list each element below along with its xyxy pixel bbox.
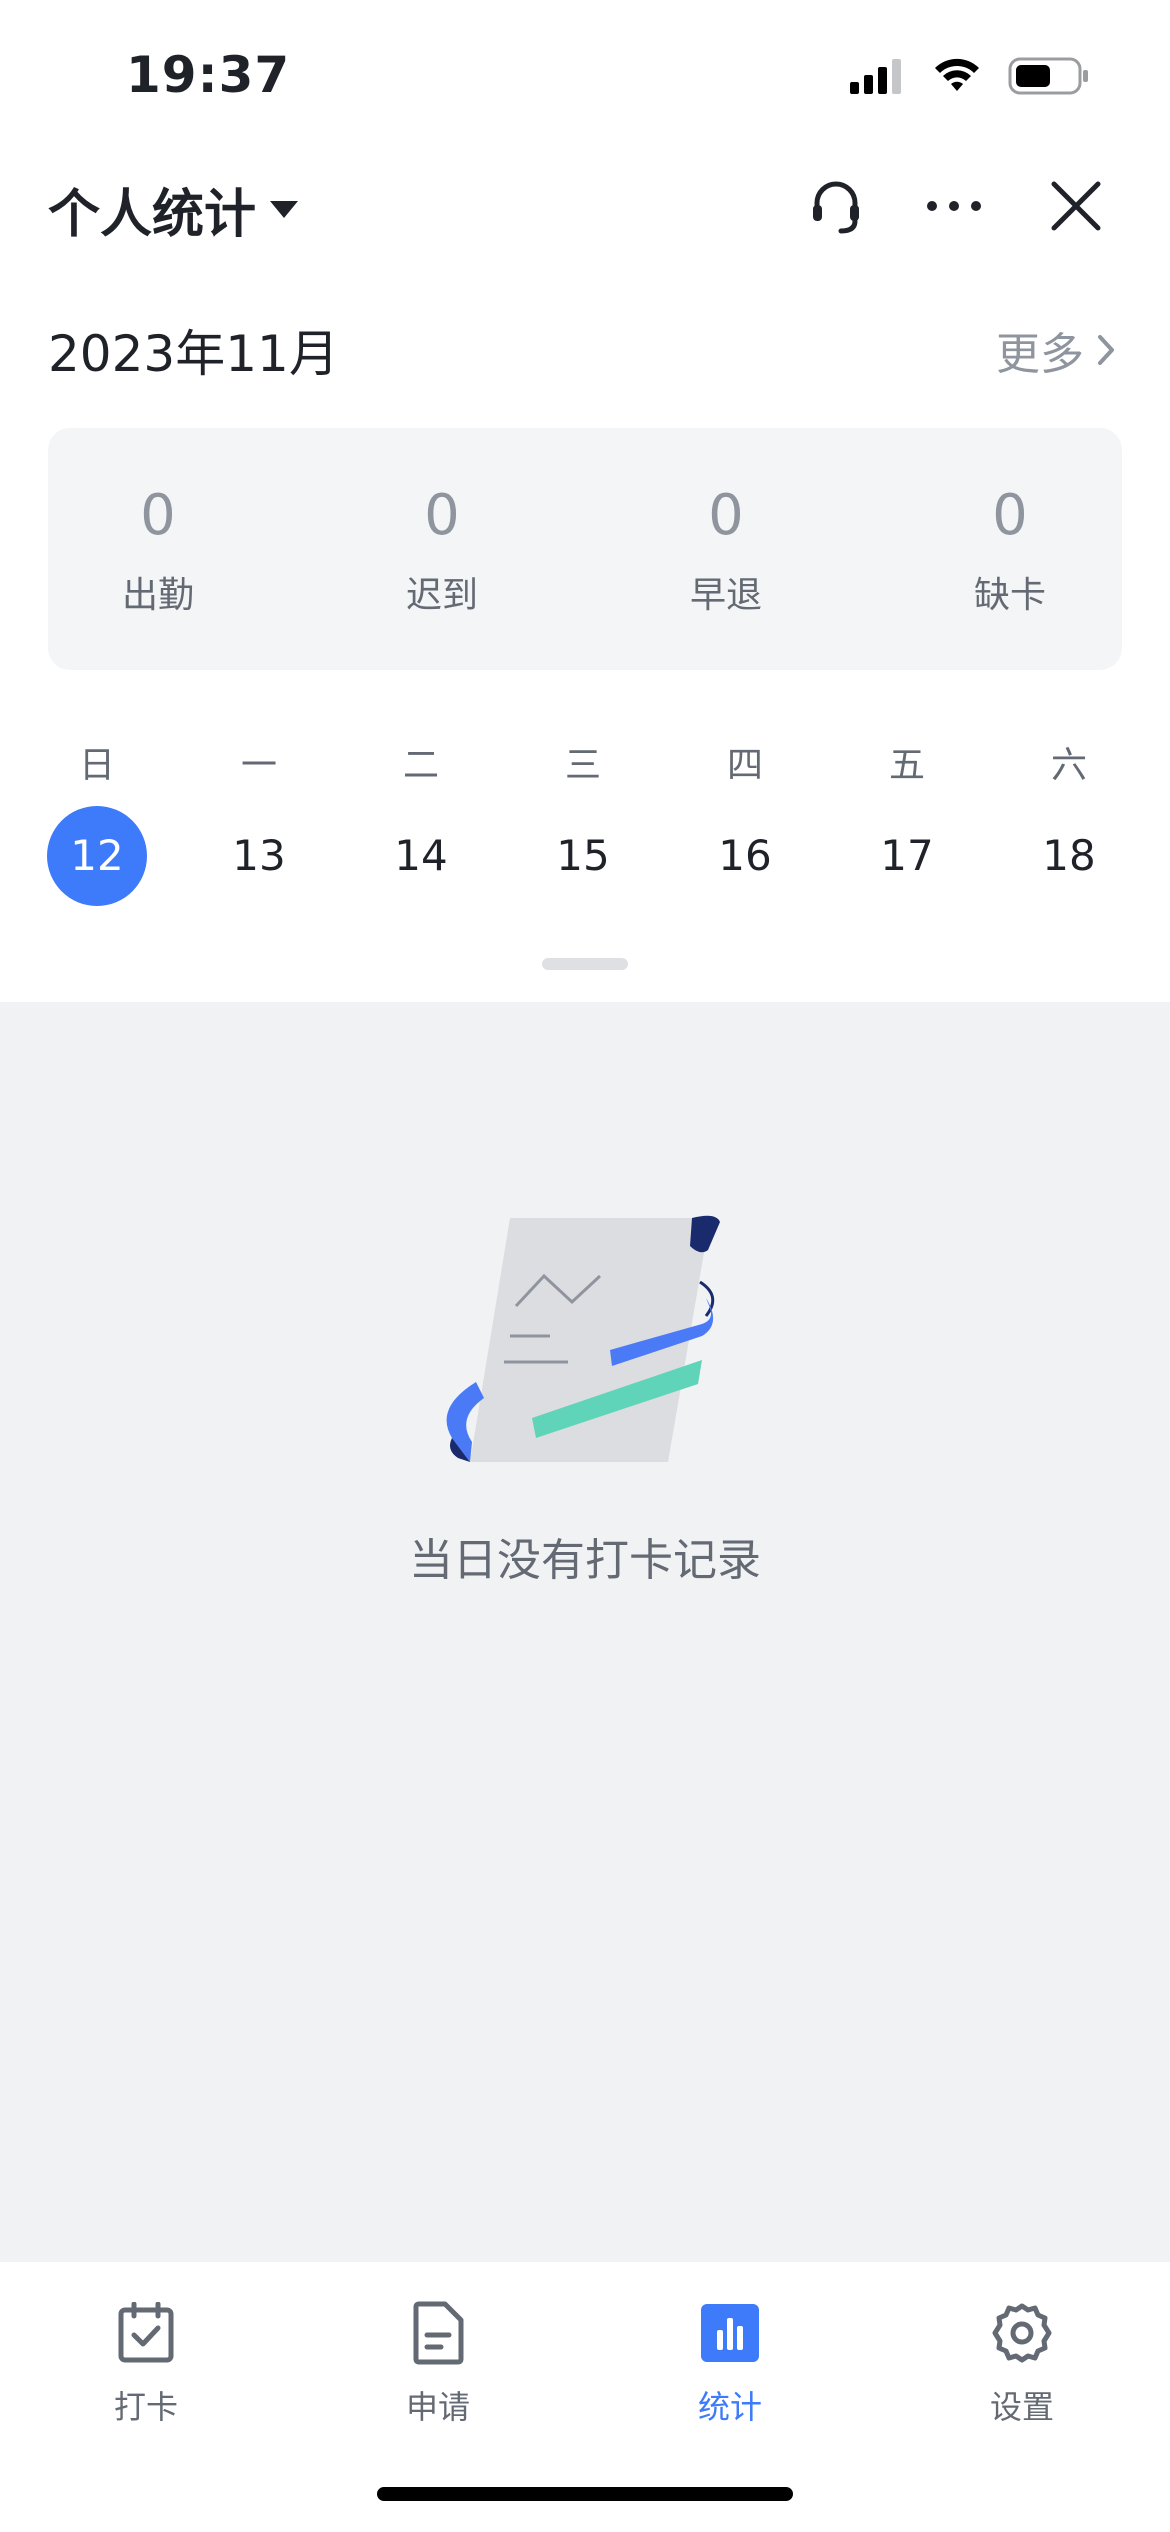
calendar-check-icon bbox=[118, 2302, 174, 2363]
document-icon bbox=[413, 2301, 464, 2365]
headset-icon bbox=[813, 181, 859, 234]
bar-chart-icon bbox=[701, 2304, 759, 2362]
weekday-label: 日 bbox=[78, 745, 115, 786]
more-label: 更多 bbox=[996, 329, 1084, 380]
more-link[interactable]: 更多 bbox=[996, 318, 1116, 382]
date-cell[interactable]: 15 bbox=[533, 806, 633, 906]
expand-handle[interactable] bbox=[542, 958, 628, 970]
more-options-button[interactable] bbox=[924, 176, 984, 236]
status-icons bbox=[850, 56, 1090, 96]
stat-early-leave[interactable]: 0 早退 bbox=[626, 486, 826, 618]
stat-label: 早退 bbox=[689, 575, 762, 616]
stat-value: 0 bbox=[140, 483, 176, 548]
stat-label: 出勤 bbox=[121, 575, 194, 616]
caret-down-icon bbox=[270, 201, 299, 218]
weekday-label: 三 bbox=[564, 745, 601, 786]
weekday-label: 一 bbox=[240, 745, 277, 786]
gear-icon bbox=[992, 2303, 1052, 2363]
empty-records-illustration bbox=[446, 1215, 720, 1462]
date-cell[interactable]: 12 bbox=[47, 806, 147, 906]
stats-type-selector[interactable]: 个人统计 bbox=[48, 172, 299, 247]
weekday-label: 四 bbox=[726, 745, 763, 786]
date-cell[interactable]: 13 bbox=[209, 806, 309, 906]
stat-value: 0 bbox=[992, 483, 1028, 548]
tab-label: 设置 bbox=[989, 2388, 1054, 2426]
tab-statistics[interactable]: 统计 bbox=[630, 2298, 830, 2428]
tab-apply[interactable]: 申请 bbox=[338, 2298, 538, 2428]
tab-settings[interactable]: 设置 bbox=[922, 2298, 1122, 2428]
close-icon bbox=[1051, 181, 1101, 231]
stat-value: 0 bbox=[424, 483, 460, 548]
tab-label: 统计 bbox=[697, 2388, 762, 2426]
stat-label: 迟到 bbox=[405, 575, 478, 616]
stat-value: 0 bbox=[708, 483, 744, 548]
empty-state-text: 当日没有打卡记录 bbox=[409, 1535, 761, 1586]
battery-icon bbox=[1008, 57, 1088, 95]
support-headset-button[interactable] bbox=[806, 176, 866, 236]
month-label: 2023年11月 bbox=[48, 325, 339, 383]
stat-missing-punch[interactable]: 0 缺卡 bbox=[910, 486, 1110, 618]
top-panel: 19:37 个人统计 2023年11月 更多 0 出勤 0 迟到 0 早退 0 … bbox=[0, 0, 1170, 1002]
summary-card: 0 出勤 0 迟到 0 早退 0 缺卡 bbox=[48, 428, 1122, 670]
weekday-label: 五 bbox=[888, 745, 925, 786]
wifi-icon bbox=[935, 58, 979, 91]
date-cell[interactable]: 14 bbox=[371, 806, 471, 906]
date-cell[interactable]: 18 bbox=[1019, 806, 1119, 906]
stat-late[interactable]: 0 迟到 bbox=[342, 486, 542, 618]
tab-punch[interactable]: 打卡 bbox=[46, 2298, 246, 2428]
home-indicator bbox=[377, 2487, 793, 2501]
stat-attendance[interactable]: 0 出勤 bbox=[58, 486, 258, 618]
more-dots-icon bbox=[927, 201, 981, 211]
signal-icon bbox=[850, 59, 901, 94]
tab-label: 打卡 bbox=[113, 2388, 178, 2426]
tab-label: 申请 bbox=[405, 2388, 470, 2426]
weekday-label: 二 bbox=[402, 745, 439, 786]
chevron-right-icon bbox=[1098, 335, 1114, 365]
close-button[interactable] bbox=[1046, 176, 1106, 236]
stat-label: 缺卡 bbox=[973, 575, 1046, 616]
date-cell[interactable]: 17 bbox=[857, 806, 957, 906]
date-cell[interactable]: 16 bbox=[695, 806, 795, 906]
page-title: 个人统计 bbox=[48, 185, 257, 245]
weekday-label: 六 bbox=[1050, 745, 1087, 786]
status-time: 19:37 bbox=[126, 46, 291, 104]
